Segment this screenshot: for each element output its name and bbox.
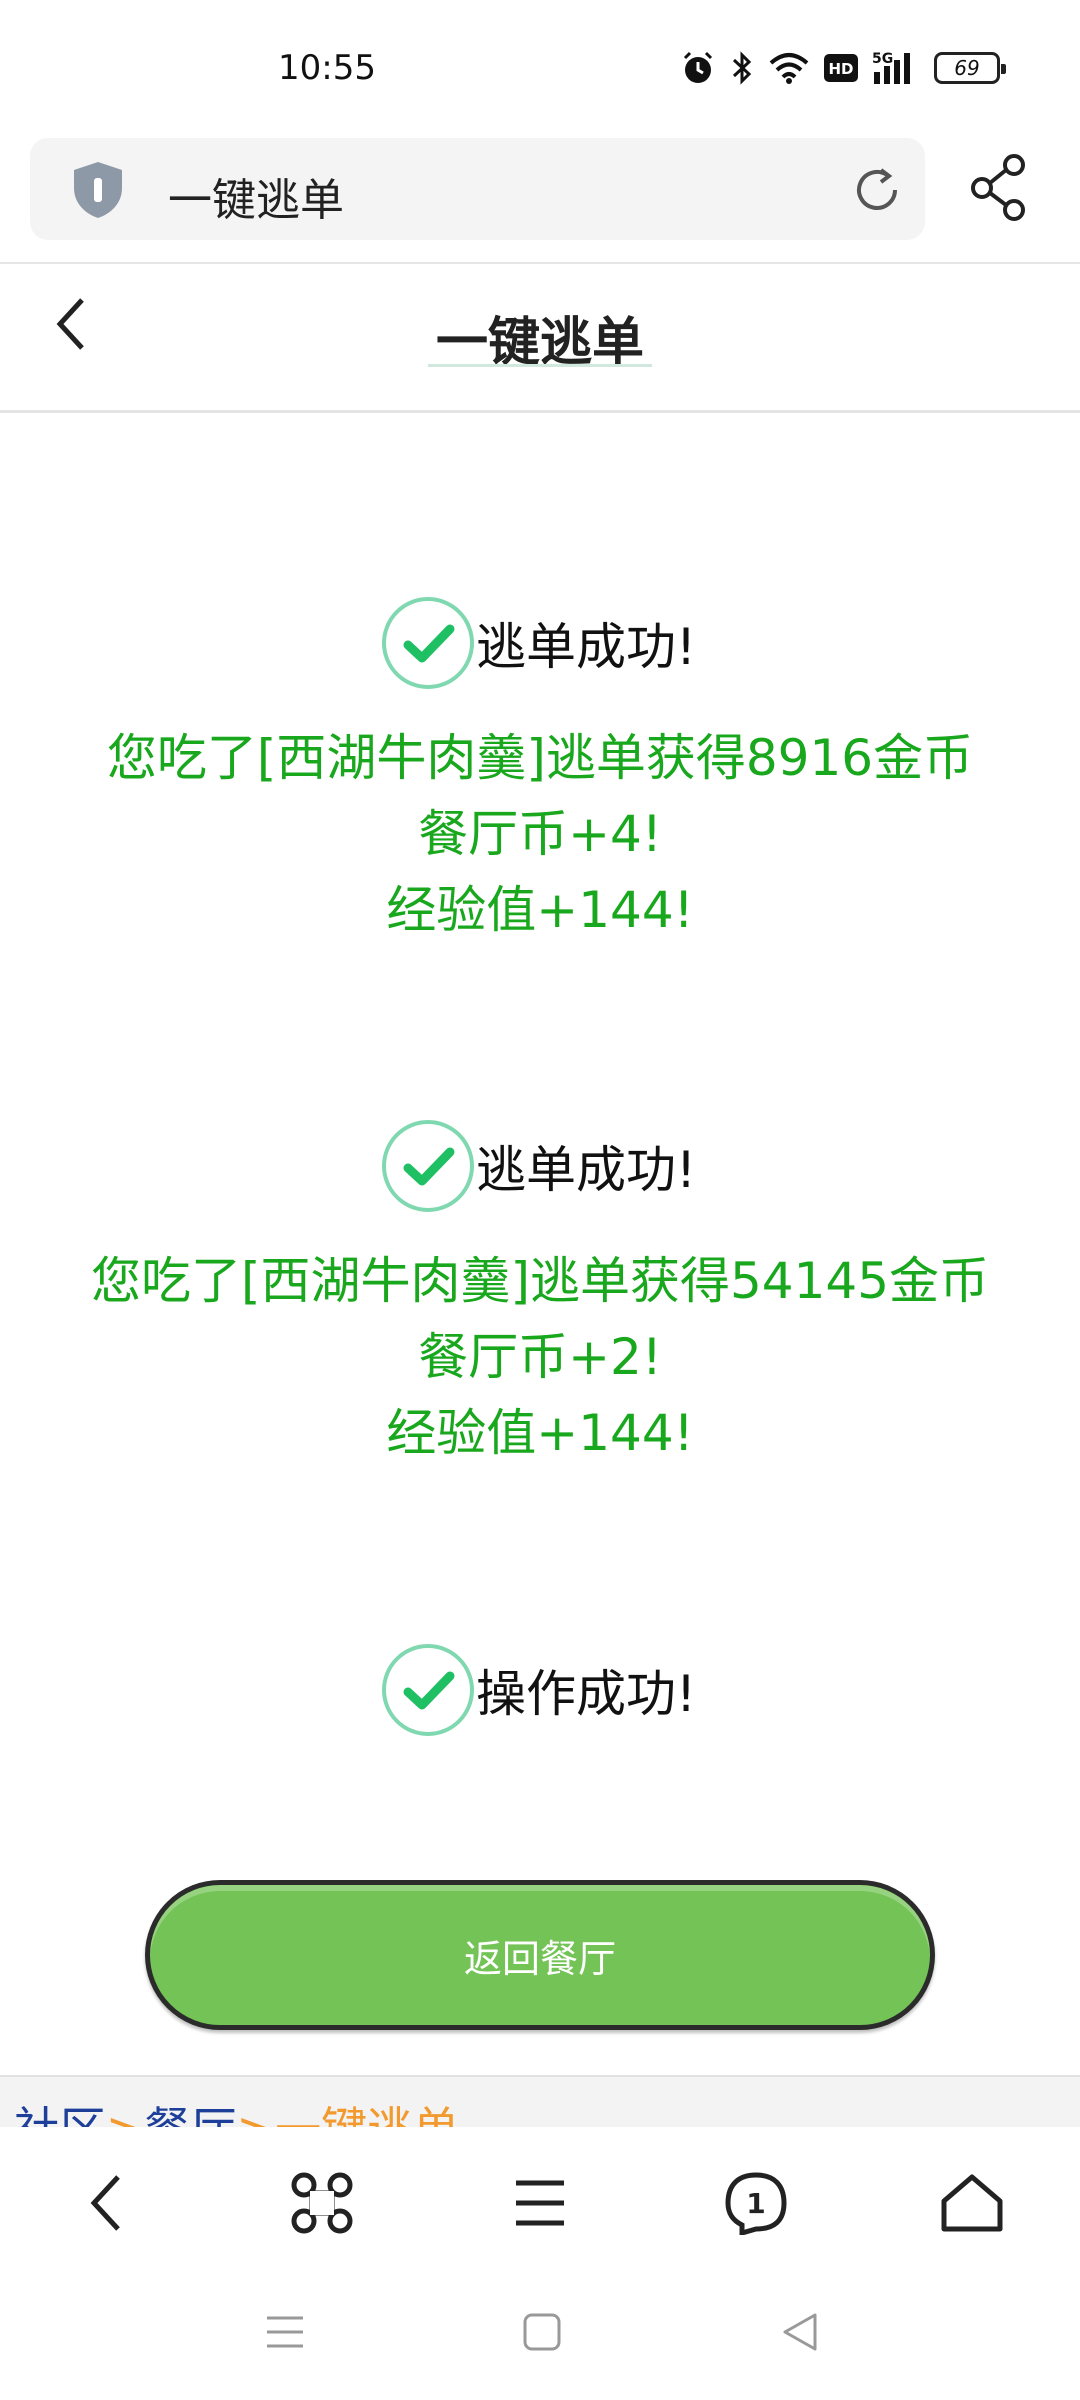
result-title: 操作成功! (476, 1665, 697, 1723)
hd-icon: HD (824, 54, 858, 82)
result-lines: 您吃了[西湖牛肉羹]逃单获得8916金币 餐厅币+4! 经验值+144! (0, 720, 1080, 948)
bluetooth-icon (732, 51, 752, 85)
return-restaurant-button[interactable]: 返回餐厅 (145, 1880, 935, 2030)
header-divider (0, 410, 1080, 413)
breadcrumb-trail: 社区>餐厅>一键逃单 (14, 2093, 459, 2127)
result-header: 逃单成功! (380, 1118, 696, 1214)
title-underline (428, 364, 652, 367)
result-exp-line: 经验值+144! (386, 881, 694, 939)
result-reward-line: 您吃了[西湖牛肉羹]逃单获得54145金币 (90, 1252, 990, 1310)
back-nav-icon[interactable] (780, 2312, 820, 2352)
result-title: 逃单成功! (476, 1141, 697, 1199)
result-title: 逃单成功! (476, 618, 697, 676)
page-header: 一键逃单 (0, 264, 1080, 412)
system-nav-bar (0, 2272, 1080, 2400)
breadcrumb-separator: > (106, 2102, 145, 2127)
toolbar-home-button[interactable] (932, 2163, 1012, 2243)
toolbar-back-button[interactable] (66, 2163, 146, 2243)
breadcrumb-link-restaurant[interactable]: 餐厅 (145, 2102, 237, 2127)
status-time: 10:55 (278, 48, 376, 88)
address-text[interactable]: 一键逃单 (168, 164, 344, 228)
shield-icon (74, 162, 122, 218)
result-exp-line: 经验值+144! (386, 1404, 694, 1462)
hd-label: HD (828, 60, 853, 78)
breadcrumb-separator: > (237, 2102, 276, 2127)
home-icon (941, 2174, 1003, 2232)
breadcrumb: 社区>餐厅>一键逃单 (0, 2075, 1080, 2127)
result-coin-line: 餐厅币+4! (418, 805, 662, 863)
toolbar-command-button[interactable] (282, 2163, 362, 2243)
screen: 10:55 HD 5G 69 一键逃单 一键逃单 逃单成功! 您吃了[西湖牛肉羹… (0, 0, 1080, 2400)
recent-apps-icon[interactable] (265, 2312, 305, 2352)
refresh-icon[interactable] (851, 164, 903, 216)
tabs-icon: 1 (725, 2172, 787, 2235)
share-icon[interactable] (968, 152, 1028, 222)
toolbar-tabs-button[interactable]: 1 (716, 2163, 796, 2243)
toolbar-menu-button[interactable] (500, 2163, 580, 2243)
home-nav-icon[interactable] (522, 2312, 562, 2352)
network-label: 5G (872, 51, 893, 67)
result-header: 操作成功! (380, 1642, 696, 1738)
status-icons: HD 5G 69 (680, 50, 1006, 86)
check-circle-icon (382, 1120, 474, 1212)
breadcrumb-current: 一键逃单 (275, 2102, 459, 2127)
check-circle-icon (382, 597, 474, 689)
alarm-icon (683, 51, 713, 83)
signal-5g-icon: 5G (872, 51, 910, 84)
battery-icon: 69 (934, 52, 1006, 84)
wifi-icon (769, 53, 809, 84)
address-bar[interactable]: 一键逃单 (30, 138, 925, 240)
menu-icon (516, 2180, 564, 2226)
breadcrumb-link-community[interactable]: 社区 (14, 2102, 106, 2127)
result-coin-line: 餐厅币+2! (418, 1328, 662, 1386)
result-reward-line: 您吃了[西湖牛肉羹]逃单获得8916金币 (106, 729, 974, 787)
tab-count: 1 (746, 2187, 765, 2220)
command-icon (291, 2172, 353, 2234)
back-icon (90, 2175, 120, 2231)
return-button-label: 返回餐厅 (463, 1936, 616, 1981)
status-bar: 10:55 HD 5G 69 (0, 0, 1080, 130)
result-lines: 您吃了[西湖牛肉羹]逃单获得54145金币 餐厅币+2! 经验值+144! (0, 1243, 1080, 1471)
browser-toolbar: 1 (0, 2127, 1080, 2272)
result-header: 逃单成功! (380, 595, 696, 691)
battery-level: 69 (954, 56, 980, 80)
check-circle-icon (382, 1644, 474, 1736)
